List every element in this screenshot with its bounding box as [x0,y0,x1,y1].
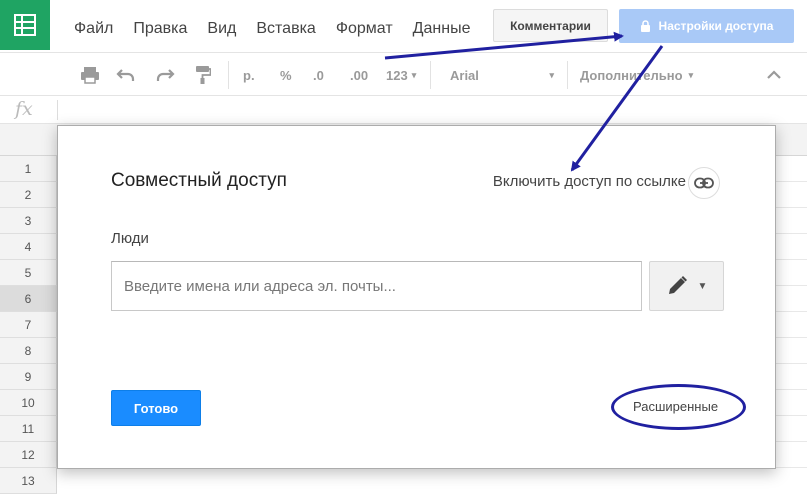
decrease-decimals-label: .0 [313,67,324,83]
row-header[interactable]: 4 [0,234,57,260]
caret-down-icon: ▾ [688,69,694,80]
row-header[interactable]: 8 [0,338,57,364]
menu-edit[interactable]: Правка [123,20,197,38]
share-dialog: Совместный доступ Включить доступ по ссы… [57,125,776,469]
row-header-active[interactable]: 6 [0,286,57,312]
row-header[interactable]: 13 [0,468,57,494]
redo-icon[interactable] [155,53,175,97]
people-label: Люди [111,230,149,247]
link-icon[interactable] [688,167,720,199]
share-button[interactable]: Настройки доступа [619,9,794,43]
font-dropdown[interactable]: Arial ▾ [450,53,554,97]
paint-format-icon[interactable] [195,53,211,97]
link-sharing-toggle[interactable]: Включить доступ по ссылке [493,173,686,190]
annotation-ellipse [611,384,746,430]
more-label: Дополнительно [580,67,683,83]
caret-down-icon: ▾ [411,69,417,80]
print-icon[interactable] [80,53,100,97]
more-dropdown[interactable]: Дополнительно ▾ [580,53,693,97]
toolbar: р. % .0 .00 123 ▾ Arial ▾ Дополнительно … [0,52,807,96]
menu-file[interactable]: Файл [64,20,123,38]
row-header[interactable]: 11 [0,416,57,442]
menu-bar: Файл Правка Вид Вставка Формат Данные [64,20,480,38]
row-header[interactable]: 7 [0,312,57,338]
share-button-label: Настройки доступа [658,19,774,33]
done-button[interactable]: Готово [111,390,201,426]
decrease-decimals-button[interactable]: .0 [313,53,324,97]
row-header[interactable]: 12 [0,442,57,468]
formula-bar[interactable]: fx [0,96,807,124]
permission-dropdown[interactable]: ▼ [649,261,724,311]
increase-decimals-label: .00 [350,67,369,83]
increase-decimals-button[interactable]: .00 [350,53,368,97]
currency-button[interactable]: р. [243,53,255,97]
menu-view[interactable]: Вид [197,20,246,38]
menu-data[interactable]: Данные [403,20,481,38]
percent-button[interactable]: % [280,53,292,97]
font-label: Arial [450,67,479,83]
row-header[interactable]: 2 [0,182,57,208]
row-header[interactable]: 5 [0,260,57,286]
dialog-title: Совместный доступ [111,170,287,191]
chevron-up-icon[interactable] [766,53,782,97]
people-input[interactable] [111,261,642,311]
caret-down-icon: ▾ [549,69,554,80]
row-header[interactable]: 10 [0,390,57,416]
row-header[interactable]: 9 [0,364,57,390]
sheets-logo-icon[interactable] [0,0,50,50]
menu-format[interactable]: Формат [326,20,403,38]
fx-label: fx [15,98,33,120]
pencil-icon [668,276,687,294]
row-header[interactable]: 3 [0,208,57,234]
menu-insert[interactable]: Вставка [246,20,325,38]
caret-down-icon: ▼ [697,280,708,292]
undo-icon[interactable] [116,53,136,97]
comments-button[interactable]: Комментарии [493,9,608,42]
lock-icon [640,19,650,32]
number-format-label: 123 [386,67,408,83]
row-header[interactable]: 1 [0,156,57,182]
number-format-dropdown[interactable]: 123 ▾ [386,53,416,97]
